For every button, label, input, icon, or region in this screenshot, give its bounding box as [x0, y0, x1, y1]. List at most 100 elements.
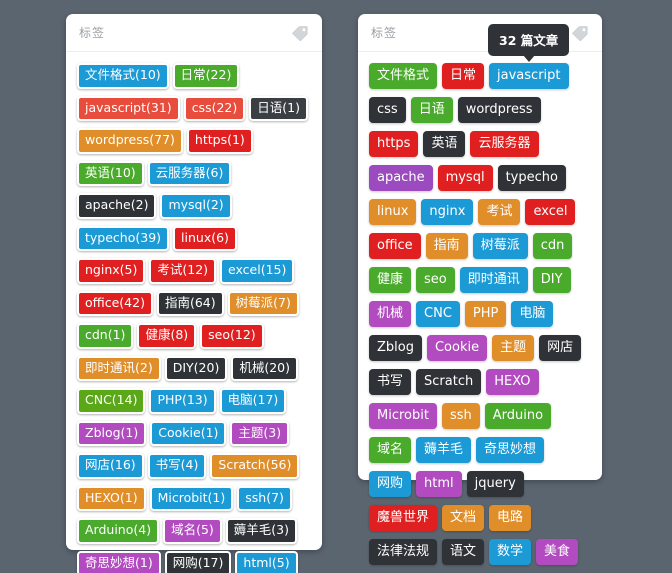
tag-Scratch[interactable]: Scratch — [416, 369, 482, 395]
tag-考试[interactable]: 考试(12) — [149, 258, 217, 284]
tag-奇思妙想[interactable]: 奇思妙想 — [476, 437, 545, 463]
tag-网店[interactable]: 网店 — [539, 335, 582, 361]
tag-nginx[interactable]: nginx — [421, 199, 474, 225]
tag-法律法规[interactable]: 法律法规 — [369, 539, 438, 565]
tag-ssh[interactable]: ssh(7) — [237, 485, 292, 511]
tag-apache[interactable]: apache — [369, 165, 433, 191]
tag-html[interactable]: html — [416, 471, 462, 497]
tag-PHP[interactable]: PHP — [464, 301, 507, 327]
tag-typecho[interactable]: typecho(39) — [77, 225, 170, 251]
tag-云服务器[interactable]: 云服务器(6) — [147, 160, 232, 186]
tag-Zblog[interactable]: Zblog — [369, 335, 422, 361]
tag-linux[interactable]: linux — [369, 199, 417, 225]
tag-指南[interactable]: 指南(64) — [156, 290, 224, 316]
tag-mysql[interactable]: mysql(2) — [160, 193, 232, 219]
tag-icon — [291, 24, 309, 42]
tag-wordpress[interactable]: wordpress — [457, 97, 541, 123]
tag-指南[interactable]: 指南 — [425, 233, 468, 259]
tag-树莓派[interactable]: 树莓派(7) — [227, 290, 299, 316]
tag-美食[interactable]: 美食 — [536, 539, 579, 565]
tag-考试[interactable]: 考试 — [478, 199, 521, 225]
screenshot-stage: 标签 文件格式(10) 日常(22) javascript(31) css(22) 日语… — [0, 0, 672, 573]
tag-Zblog[interactable]: Zblog(1) — [77, 420, 147, 446]
tag-语文[interactable]: 语文 — [442, 539, 485, 565]
tag-日常[interactable]: 日常(22) — [172, 63, 240, 89]
tag-书写[interactable]: 书写 — [369, 369, 412, 395]
tag-域名[interactable]: 域名(5) — [163, 518, 222, 544]
tag-文件格式[interactable]: 文件格式 — [369, 63, 438, 89]
tag-list-left: 文件格式(10) 日常(22) javascript(31) css(22) 日语(1)… — [66, 52, 322, 573]
tag-seo[interactable]: seo(12) — [200, 323, 264, 349]
tag-电脑[interactable]: 电脑 — [511, 301, 554, 327]
tag-https[interactable]: https — [369, 131, 419, 157]
tag-健康[interactable]: 健康 — [369, 267, 412, 293]
tag-文档[interactable]: 文档 — [442, 505, 485, 531]
tag-panel-flat: 标签 文件格式 日常 javascript css 日语 wordpress https 英语… — [358, 14, 602, 565]
tag-DIY[interactable]: DIY(20) — [164, 355, 228, 381]
tag-电路[interactable]: 电路 — [489, 505, 532, 531]
tag-Cookie[interactable]: Cookie(1) — [150, 420, 227, 446]
tag-网购[interactable]: 网购(17) — [164, 550, 232, 573]
tag-jquery[interactable]: jquery — [466, 471, 524, 497]
tag-文件格式[interactable]: 文件格式(10) — [77, 63, 169, 89]
tag-https[interactable]: https(1) — [186, 128, 253, 154]
tag-css[interactable]: css — [369, 97, 406, 123]
tag-魔兽世界[interactable]: 魔兽世界 — [369, 505, 438, 531]
tag-电脑[interactable]: 电脑(17) — [219, 388, 287, 414]
tag-健康[interactable]: 健康(8) — [137, 323, 197, 349]
tag-DIY[interactable]: DIY — [532, 267, 571, 293]
tag-奇思妙想[interactable]: 奇思妙想(1) — [77, 550, 161, 573]
tag-日常[interactable]: 日常 — [442, 63, 485, 89]
tag-nginx[interactable]: nginx(5) — [77, 258, 146, 284]
tag-机械[interactable]: 机械 — [369, 301, 412, 327]
tag-薅羊毛[interactable]: 薅羊毛 — [416, 437, 472, 463]
tag-数学[interactable]: 数学 — [489, 539, 532, 565]
tag-excel[interactable]: excel(15) — [220, 258, 295, 284]
tag-Arduino[interactable]: Arduino — [484, 403, 552, 429]
tag-日语[interactable]: 日语(1) — [249, 95, 308, 121]
tag-Scratch[interactable]: Scratch(56) — [210, 453, 300, 479]
tag-wordpress[interactable]: wordpress(77) — [77, 128, 183, 154]
tag-网购[interactable]: 网购 — [369, 471, 412, 497]
tag-cdn[interactable]: cdn — [532, 233, 573, 259]
tag-office[interactable]: office — [369, 233, 421, 259]
tag-typecho[interactable]: typecho — [497, 165, 566, 191]
tag-机械[interactable]: 机械(20) — [231, 355, 298, 381]
tag-ssh[interactable]: ssh — [441, 403, 480, 429]
tag-javascript[interactable]: javascript — [489, 63, 569, 89]
tag-linux[interactable]: linux(6) — [173, 225, 237, 251]
tag-即时通讯[interactable]: 即时通讯 — [459, 267, 528, 293]
tag-css[interactable]: css(22) — [183, 95, 246, 121]
tag-书写[interactable]: 书写(4) — [147, 453, 207, 479]
tag-cdn[interactable]: cdn(1) — [77, 323, 134, 349]
tag-CNC[interactable]: CNC(14) — [77, 388, 146, 414]
tag-PHP[interactable]: PHP(13) — [149, 388, 216, 414]
tag-薅羊毛[interactable]: 薅羊毛(3) — [225, 518, 298, 544]
tag-Cookie[interactable]: Cookie — [426, 335, 488, 361]
tag-主题[interactable]: 主题(3) — [230, 420, 290, 446]
tag-云服务器[interactable]: 云服务器 — [470, 131, 539, 157]
tag-html[interactable]: html(5) — [235, 550, 298, 573]
tag-Microbit[interactable]: Microbit(1) — [149, 485, 234, 511]
tag-日语[interactable]: 日语 — [410, 97, 453, 123]
tag-Arduino[interactable]: Arduino(4) — [77, 518, 160, 544]
tag-树莓派[interactable]: 树莓派 — [472, 233, 528, 259]
tag-excel[interactable]: excel — [525, 199, 576, 225]
tag-英语[interactable]: 英语(10) — [77, 160, 144, 186]
tag-网店[interactable]: 网店(16) — [77, 453, 144, 479]
tag-Microbit[interactable]: Microbit — [369, 403, 437, 429]
tag-即时通讯[interactable]: 即时通讯(2) — [77, 355, 161, 381]
tag-mysql[interactable]: mysql — [437, 165, 493, 191]
tag-office[interactable]: office(42) — [77, 290, 153, 316]
tag-javascript[interactable]: javascript(31) — [77, 95, 180, 121]
tag-域名[interactable]: 域名 — [369, 437, 412, 463]
tag-list-right: 文件格式 日常 javascript css 日语 wordpress https 英语 云服务… — [358, 52, 602, 573]
tag-主题[interactable]: 主题 — [492, 335, 535, 361]
tag-apache[interactable]: apache(2) — [77, 193, 157, 219]
tag-HEXO[interactable]: HEXO(1) — [77, 485, 146, 511]
tag-HEXO[interactable]: HEXO — [486, 369, 539, 395]
tag-CNC[interactable]: CNC — [416, 301, 460, 327]
panel-header-left: 标签 — [66, 14, 322, 52]
tag-英语[interactable]: 英语 — [423, 131, 466, 157]
tag-seo[interactable]: seo — [416, 267, 455, 293]
